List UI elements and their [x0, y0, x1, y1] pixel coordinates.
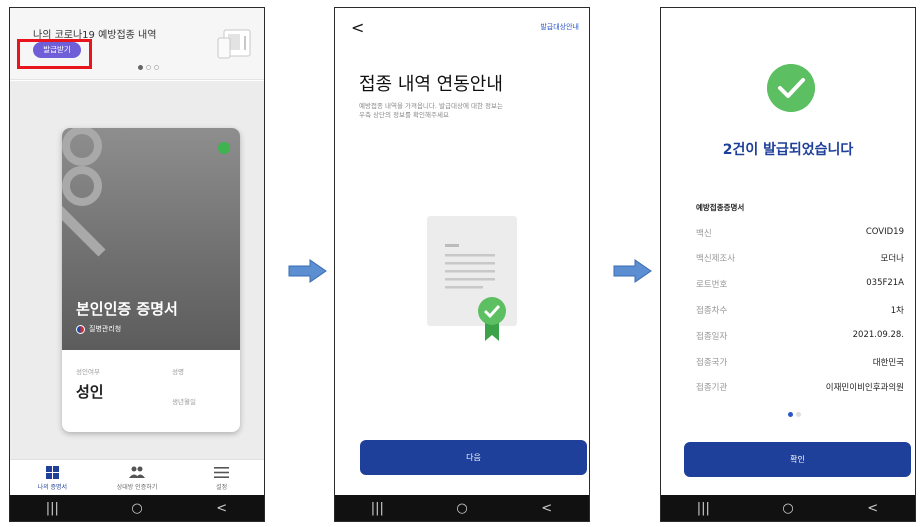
- issuer: 질병관리청: [76, 324, 121, 334]
- tab-settings[interactable]: 설정: [182, 460, 262, 495]
- identity-certificate-card[interactable]: 본인인증 증명서 질병관리청 성인여부 성명 성인 생년월일: [62, 128, 240, 432]
- row-key: 로트번호: [696, 280, 728, 290]
- back-button[interactable]: <: [853, 501, 893, 516]
- document-certificate-icon: [427, 216, 517, 341]
- page-dot: [138, 65, 143, 70]
- section-title: 예방접종증명서: [696, 203, 745, 212]
- page-indicator: [788, 412, 801, 417]
- row-key: 접종국가: [696, 358, 728, 368]
- home-button[interactable]: ○: [117, 501, 157, 516]
- phone-screen-link-guide: < 발급대상안내 접종 내역 연동안내 예방접종 내역을 가져옵니다. 발급대상…: [334, 7, 590, 522]
- recent-apps-button[interactable]: |||: [683, 501, 723, 516]
- row-value: 1차: [890, 306, 904, 316]
- recent-apps-button[interactable]: |||: [357, 501, 397, 516]
- bottom-tab-bar: 나의 증명서 상대방 인증하기 설정: [10, 459, 264, 495]
- tab-label: 나의 증명서: [37, 484, 68, 491]
- row-key: 접종일자: [696, 332, 728, 342]
- birth-date-label: 생년월일: [172, 398, 196, 406]
- back-button[interactable]: <: [202, 501, 242, 516]
- highlight-box: [17, 39, 92, 69]
- tab-my-certificate[interactable]: 나의 증명서: [12, 460, 92, 495]
- page-dot: [154, 65, 159, 70]
- next-button[interactable]: 다음: [360, 440, 587, 475]
- description-line: 예방접종 내역을 가져옵니다. 발급대상에 대한 정보는: [359, 102, 503, 110]
- adult-status-value: 성인: [76, 383, 104, 401]
- row-key: 백신: [696, 229, 712, 239]
- verified-shield-icon: [218, 142, 230, 154]
- android-navigation-bar: ||| ○ <: [10, 495, 264, 521]
- detail-row: 접종차수 1차: [696, 304, 904, 316]
- back-arrow-icon[interactable]: <: [351, 18, 364, 37]
- phone-screen-my-certificate: 나의 코로나19 예방접종 내역 발급받기 본인인증 증명서 질병관리청 성인여…: [9, 7, 265, 522]
- home-button[interactable]: ○: [442, 501, 482, 516]
- issue-target-guide-link[interactable]: 발급대상안내: [540, 22, 579, 32]
- description-line: 우측 상단의 정보를 확인해주세요: [359, 111, 449, 119]
- confirm-button[interactable]: 확인: [684, 442, 911, 477]
- page-description: 예방접종 내역을 가져옵니다. 발급대상에 대한 정보는 우측 상단의 정보를 …: [359, 102, 559, 120]
- page-title: 접종 내역 연동안내: [359, 74, 503, 95]
- people-icon: [97, 465, 177, 479]
- recent-apps-button[interactable]: |||: [32, 501, 72, 516]
- page-dot: [796, 412, 801, 417]
- success-check-icon: [767, 64, 815, 112]
- android-navigation-bar: ||| ○ <: [335, 495, 589, 521]
- flow-arrow-icon: [613, 259, 652, 283]
- grid-icon: [12, 465, 92, 479]
- row-key: 접종기관: [696, 383, 728, 393]
- page-dot: [146, 65, 151, 70]
- menu-icon: [182, 465, 262, 479]
- row-value: COVID19: [865, 227, 904, 237]
- flow-arrow-icon: [288, 259, 327, 283]
- tab-verify-other[interactable]: 상대방 인증하기: [97, 460, 177, 495]
- row-value: 이재민이비인후과의원: [825, 383, 904, 393]
- detail-row: 접종기관 이재민이비인후과의원: [696, 381, 904, 393]
- phone-screen-issued: 2건이 발급되었습니다 예방접종증명서 백신 COVID19 백신제조사 모더나 로…: [660, 7, 916, 522]
- tab-label: 상대방 인증하기: [116, 484, 158, 491]
- detail-row: 접종국가 대한민국: [696, 356, 904, 368]
- name-label: 성명: [172, 368, 184, 376]
- detail-row: 로트번호 035F21A: [696, 278, 904, 290]
- row-value: 2021.09.28.: [852, 330, 904, 340]
- card-watermark-icon: [62, 128, 106, 257]
- vaccination-history-banner[interactable]: 나의 코로나19 예방접종 내역 발급받기: [10, 8, 264, 80]
- tab-label: 설정: [216, 484, 228, 491]
- row-value: 대한민국: [872, 358, 904, 368]
- adult-status-label: 성인여부: [76, 368, 100, 376]
- card-header: 본인인증 증명서 질병관리청: [62, 128, 240, 350]
- issuer-name: 질병관리청: [89, 325, 122, 333]
- back-button[interactable]: <: [527, 501, 567, 516]
- row-value: 035F21A: [866, 278, 904, 288]
- detail-row: 백신제조사 모더나: [696, 252, 904, 264]
- banner-page-indicator: [138, 65, 159, 70]
- row-key: 백신제조사: [696, 254, 736, 264]
- android-navigation-bar: ||| ○ <: [661, 495, 915, 521]
- detail-row: 접종일자 2021.09.28.: [696, 330, 904, 342]
- detail-row: 백신 COVID19: [696, 227, 904, 239]
- row-value: 모더나: [880, 254, 904, 264]
- card-title: 본인인증 증명서: [76, 300, 178, 318]
- page-dot: [788, 412, 793, 417]
- home-button[interactable]: ○: [768, 501, 808, 516]
- taegeuk-logo-icon: [76, 324, 85, 334]
- issued-title: 2건이 발급되었습니다: [722, 142, 854, 158]
- row-key: 접종차수: [696, 306, 728, 316]
- device-illustration-icon: [217, 29, 251, 59]
